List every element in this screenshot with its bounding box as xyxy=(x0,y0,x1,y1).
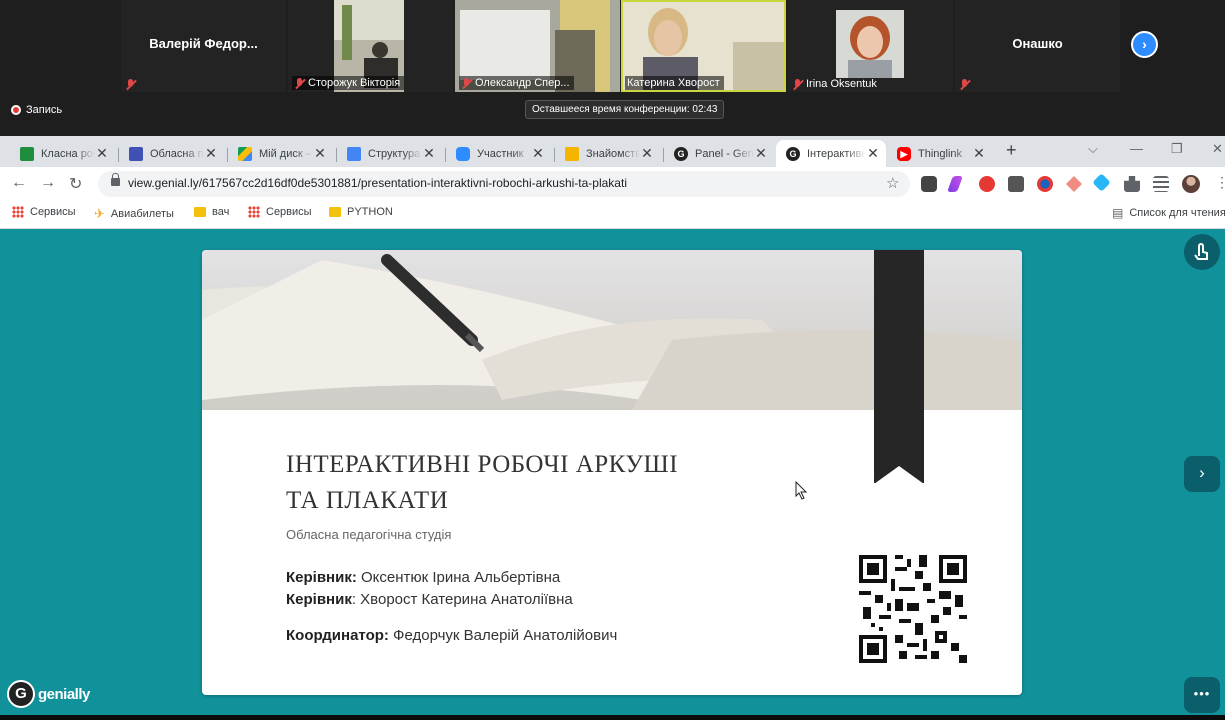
apps-grid-icon xyxy=(248,206,260,218)
adblock-icon[interactable] xyxy=(979,176,995,192)
mouse-cursor-icon xyxy=(795,481,808,500)
reading-list-queue-icon[interactable] xyxy=(1153,176,1169,192)
genially-icon: G xyxy=(674,146,688,161)
touch-interaction-icon[interactable] xyxy=(1184,234,1220,270)
genially-icon: G xyxy=(7,680,35,708)
slide-title: ІНТЕРАКТИВНІ РОБОЧІ АРКУШІ ТА ПЛАКАТИ xyxy=(286,451,679,514)
supervisor-line-2: Керівник: Хворост Катерина Анатоліївна xyxy=(286,591,573,608)
bookmark-flights[interactable]: ✈ Авиабилеты xyxy=(94,206,174,222)
lock-icon xyxy=(111,173,120,186)
bookmark-ribbon xyxy=(874,250,924,483)
genially-logo[interactable]: G genially xyxy=(7,680,90,708)
participant-tile-5[interactable]: Irina Oksentuk xyxy=(788,0,953,92)
participant-name: Валерій Федор... xyxy=(149,36,258,51)
participant-label: Сторожук Вікторія xyxy=(292,76,405,90)
tab-slides[interactable]: Знайомство✕ xyxy=(555,140,660,167)
participant-label: Irina Oksentuk xyxy=(792,78,877,90)
forms-icon xyxy=(129,146,143,161)
participant-label xyxy=(125,79,136,90)
participant-label: Катерина Хворост xyxy=(625,76,724,90)
close-icon[interactable]: ✕ xyxy=(422,145,436,162)
next-slide-button[interactable]: › xyxy=(1184,456,1220,492)
coordinator-line: Координатор: Федорчук Валерій Анатолійов… xyxy=(286,627,618,644)
tab-forms[interactable]: Обласна педагогічна✕ xyxy=(119,140,224,167)
youtube-icon: ▶ xyxy=(897,146,911,161)
tab-search-icon[interactable]: ⌵ xyxy=(1088,141,1098,157)
mic-muted-icon xyxy=(461,77,472,89)
menu-kebab-icon[interactable]: ⋮ xyxy=(1215,174,1225,191)
docs-icon xyxy=(347,146,361,161)
close-window-icon[interactable]: ✕ xyxy=(1212,141,1223,157)
tab-thinglink[interactable]: ▶ Thinglink ✕ xyxy=(887,140,992,167)
folder-icon xyxy=(329,207,341,217)
mic-muted-icon xyxy=(792,78,803,90)
bookmark-vach[interactable]: вач xyxy=(194,206,229,218)
bookmarks-bar xyxy=(0,201,1225,229)
apps-grid-icon xyxy=(12,206,24,218)
tab-docs[interactable]: Структура ✕ xyxy=(337,140,442,167)
close-icon[interactable]: ✕ xyxy=(972,145,986,162)
mic-muted-icon xyxy=(125,79,136,90)
forward-icon[interactable]: → xyxy=(40,174,56,192)
more-options-button[interactable]: ••• xyxy=(1184,677,1220,713)
close-icon[interactable]: ✕ xyxy=(866,145,880,162)
participant-tile-2[interactable]: Сторожук Вікторія xyxy=(288,0,453,92)
qr-code[interactable] xyxy=(859,555,967,663)
meeting-timer: Оставшееся время конференции: 02:43 xyxy=(525,100,725,119)
close-icon[interactable]: ✕ xyxy=(204,145,218,162)
genially-icon: G xyxy=(786,146,800,161)
recording-indicator[interactable]: Запись xyxy=(11,104,62,116)
participant-tile-4-speaking[interactable]: Катерина Хворост xyxy=(621,0,786,92)
close-icon[interactable]: ✕ xyxy=(640,145,654,162)
tab-genially-active[interactable]: G Інтерактивні ✕ xyxy=(776,140,886,167)
folder-icon xyxy=(194,207,206,217)
minimize-icon[interactable]: — xyxy=(1130,141,1143,156)
new-tab-button[interactable]: + xyxy=(1006,140,1017,161)
airplane-icon: ✈ xyxy=(94,206,105,221)
close-icon[interactable]: ✕ xyxy=(313,145,327,162)
participant-name: Онашко xyxy=(1012,36,1063,51)
tab-classroom[interactable]: Класна робота✕ xyxy=(10,140,115,167)
close-icon[interactable]: ✕ xyxy=(754,145,768,162)
mic-muted-icon xyxy=(959,79,970,90)
reading-list-icon: ▤ xyxy=(1112,206,1124,220)
slides-icon xyxy=(565,146,579,161)
bookmark-services-2[interactable]: Сервисы xyxy=(248,206,312,218)
back-icon[interactable]: ← xyxy=(11,174,27,192)
participant-tile-3[interactable]: Олександр Спер... xyxy=(455,0,620,92)
participant-tile-6[interactable]: Онашко xyxy=(955,0,1120,92)
slide-subtitle: Обласна педагогічна студія xyxy=(286,527,452,542)
bookmark-star-icon[interactable]: ☆ xyxy=(886,174,899,192)
zoom-participant-strip: Валерій Федор... Сторожук Вікторія Олекс… xyxy=(0,0,1225,136)
reload-icon[interactable]: ↻ xyxy=(69,174,82,194)
record-icon xyxy=(11,105,21,115)
participant-tile-1[interactable]: Валерій Федор... xyxy=(121,0,286,92)
close-icon[interactable]: ✕ xyxy=(95,145,109,162)
profile-avatar[interactable] xyxy=(1182,175,1200,193)
bottom-edge xyxy=(0,715,1225,720)
film-extension-icon[interactable] xyxy=(1008,176,1024,192)
participant-label: Олександр Спер... xyxy=(459,76,574,90)
drive-icon xyxy=(238,146,252,161)
tab-drive[interactable]: Мій диск – Google✕ xyxy=(228,140,333,167)
supervisor-line-1: Керівник: Оксентюк Ірина Альбертівна xyxy=(286,569,561,586)
tab-zoom[interactable]: Участник ✕ xyxy=(446,140,551,167)
ribbon-notch xyxy=(874,466,924,484)
bookmark-services[interactable]: Сервисы xyxy=(12,206,76,218)
close-icon[interactable]: ✕ xyxy=(531,145,545,162)
url-text[interactable]: view.genial.ly/617567cc2d16df0de5301881/… xyxy=(128,176,627,190)
zoom-icon xyxy=(456,146,470,161)
restore-icon[interactable]: ❐ xyxy=(1171,141,1183,157)
extension-icon[interactable] xyxy=(921,176,937,192)
classroom-icon xyxy=(20,146,34,161)
participant-video xyxy=(836,10,904,78)
reading-list[interactable]: ▤ Список для чтения xyxy=(1112,206,1225,220)
next-participants-button[interactable]: › xyxy=(1131,31,1158,58)
globe-extension-icon[interactable] xyxy=(1037,176,1053,192)
participant-label xyxy=(959,79,970,90)
mic-muted-icon xyxy=(294,77,305,89)
bookmark-python[interactable]: PYTHON xyxy=(329,206,393,218)
tab-genially-panel[interactable]: GPanel - Genially✕ xyxy=(664,140,774,167)
